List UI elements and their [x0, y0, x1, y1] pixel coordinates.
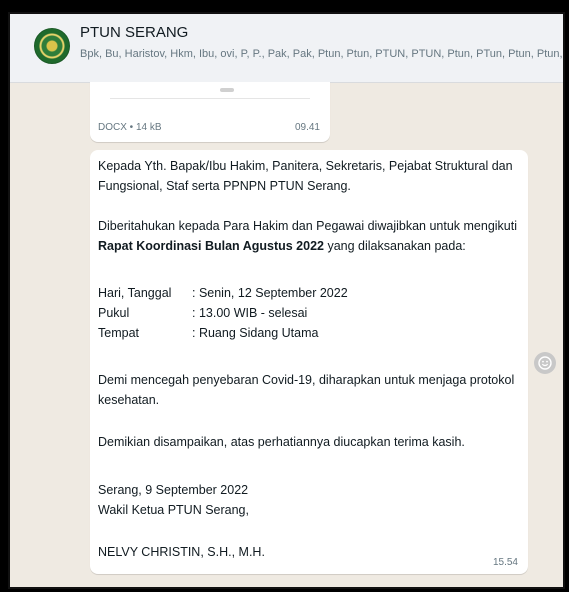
detail-day: Hari, Tanggal : Senin, 12 September 2022 [98, 286, 348, 300]
day-value: : Senin, 12 September 2022 [192, 286, 348, 300]
meeting-name: Rapat Koordinasi Bulan Agustus 2022 [98, 239, 324, 253]
group-title[interactable]: PTUN SERANG [80, 24, 188, 41]
intro-text-end: yang dilaksanakan pada: [323, 239, 466, 253]
place-value: : Ruang Sidang Utama [192, 326, 319, 340]
group-avatar[interactable] [34, 28, 70, 64]
smiley-icon [538, 356, 552, 370]
chat-header[interactable]: PTUN SERANG Bpk, Bu, Haristov, Hkm, Ibu,… [10, 14, 563, 83]
document-timestamp: 09.41 [294, 122, 320, 133]
document-message[interactable]: DOCX • 14 kB 09.41 [90, 82, 330, 142]
message-closing: Demikian disampaikan, atas perhatiannya … [98, 435, 465, 449]
document-preview [110, 88, 310, 99]
scroll-indicator [220, 88, 234, 92]
message-signer-title: Wakil Ketua PTUN Serang, [98, 503, 249, 517]
message-timestamp: 15.54 [492, 557, 518, 568]
detail-time: Pukul : 13.00 WIB - selesai [98, 306, 307, 320]
group-members: Bpk, Bu, Haristov, Hkm, Ibu, ovi, P, P.,… [80, 48, 563, 60]
message-greeting: Kepada Yth. Bapak/Ibu Hakim, Panitera, S… [98, 159, 513, 193]
day-label: Hari, Tanggal [98, 286, 172, 300]
message-place-date: Serang, 9 September 2022 [98, 483, 249, 497]
time-label: Pukul [98, 306, 130, 320]
document-meta: DOCX • 14 kB [98, 122, 162, 133]
chat-window: PTUN SERANG Bpk, Bu, Haristov, Hkm, Ibu,… [8, 12, 565, 589]
message-signer-name: NELVY CHRISTIN, S.H., M.H. [98, 545, 265, 559]
intro-text: Diberitahukan kepada Para Hakim dan Pega… [98, 219, 517, 233]
message-intro: Diberitahukan kepada Para Hakim dan Pega… [98, 216, 522, 256]
detail-place: Tempat : Ruang Sidang Utama [98, 326, 318, 340]
place-label: Tempat [98, 326, 139, 340]
react-emoji-button[interactable] [534, 352, 556, 374]
time-value: : 13.00 WIB - selesai [192, 306, 308, 320]
text-message[interactable]: Kepada Yth. Bapak/Ibu Hakim, Panitera, S… [90, 150, 528, 574]
message-health: Demi mencegah penyebaran Covid-19, dihar… [98, 373, 515, 407]
